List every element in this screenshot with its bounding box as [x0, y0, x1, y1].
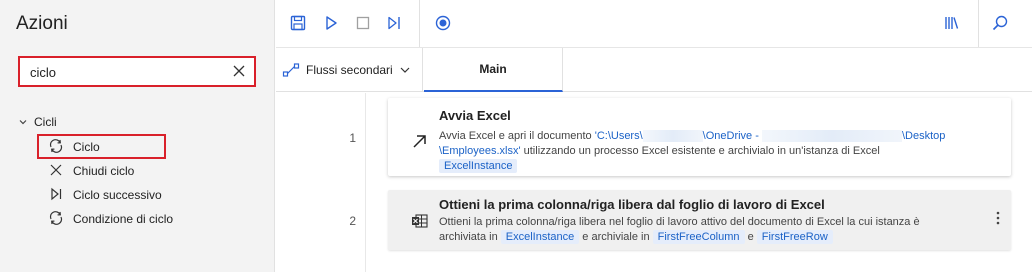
- action-item-label: Ciclo successivo: [73, 188, 162, 202]
- launch-arrow-icon: [410, 131, 430, 151]
- stop-button[interactable]: [353, 13, 373, 33]
- variable-tag[interactable]: FirstFreeColumn: [652, 230, 745, 244]
- more-options-icon[interactable]: [995, 210, 1001, 226]
- tree-group-cicli[interactable]: Cicli: [18, 115, 57, 129]
- loop-icon: [48, 138, 64, 157]
- actions-panel: Azioni Cicli Ciclo Chiudi ciclo: [0, 0, 275, 272]
- action-card-ottieni-colonna-riga[interactable]: Ottieni la prima colonna/riga libera dal…: [388, 190, 1011, 250]
- library-button[interactable]: [942, 13, 962, 33]
- app-window: Azioni Cicli Ciclo Chiudi ciclo: [0, 0, 1032, 272]
- next-icon: [48, 186, 64, 205]
- search-input[interactable]: [30, 63, 220, 81]
- subflows-dropdown[interactable]: Flussi secondari: [282, 61, 411, 79]
- tab-main[interactable]: Main: [424, 48, 563, 92]
- run-icon: [326, 16, 337, 30]
- actions-panel-title: Azioni: [16, 13, 68, 34]
- line-number: 1: [349, 131, 356, 145]
- search-button[interactable]: [990, 13, 1010, 33]
- action-title: Ottieni la prima colonna/riga libera dal…: [439, 197, 825, 212]
- action-item-condizione-di-ciclo[interactable]: Condizione di ciclo: [48, 208, 173, 230]
- record-button[interactable]: [433, 13, 453, 33]
- action-item-label: Condizione di ciclo: [73, 212, 174, 226]
- step-icon: [388, 16, 400, 30]
- action-card-avvia-excel[interactable]: Avvia Excel Avvia Excel e apri il docume…: [388, 98, 1011, 176]
- variable-tag[interactable]: ExcelInstance: [500, 230, 580, 244]
- run-button[interactable]: [321, 13, 341, 33]
- loop-condition-icon: [48, 210, 64, 229]
- subflow-icon: [282, 63, 300, 77]
- action-item-label: Chiudi ciclo: [73, 164, 135, 178]
- close-icon: [48, 162, 64, 181]
- chevron-down-icon: [19, 120, 27, 125]
- toolbar: [276, 0, 1032, 47]
- action-description: Avvia Excel e apri il documento 'C:\User…: [439, 130, 946, 173]
- action-item-ciclo-successivo[interactable]: Ciclo successivo: [48, 184, 162, 206]
- variable-tag[interactable]: FirstFreeRow: [756, 230, 833, 244]
- chevron-down-icon: [400, 67, 410, 73]
- subflows-label: Flussi secondari: [306, 63, 393, 77]
- variable-tag[interactable]: ExcelInstance: [439, 159, 518, 173]
- action-item-chiudi-ciclo[interactable]: Chiudi ciclo: [48, 160, 134, 182]
- search-icon: [992, 15, 1008, 31]
- step-button[interactable]: [384, 13, 404, 33]
- flow-editor: 1 Avvia Excel Avvia Excel e apri il docu…: [276, 93, 1032, 272]
- redacted-text: [642, 130, 703, 143]
- tree-group-label: Cicli: [34, 115, 57, 129]
- clear-search-icon[interactable]: [230, 62, 248, 80]
- tabs-bar: Flussi secondari Main: [276, 47, 1032, 92]
- action-item-ciclo[interactable]: Ciclo: [48, 136, 100, 158]
- line-number: 2: [349, 214, 356, 228]
- redacted-text: [761, 130, 902, 143]
- save-icon: [290, 15, 306, 31]
- action-item-label: Ciclo: [73, 140, 100, 154]
- library-icon: [945, 17, 959, 29]
- action-title: Avvia Excel: [439, 108, 511, 123]
- record-icon: [435, 15, 451, 31]
- excel-icon: [410, 211, 430, 231]
- save-button[interactable]: [288, 13, 308, 33]
- action-description: Ottieni la prima colonna/riga libera nel…: [439, 216, 920, 244]
- search-box[interactable]: [18, 56, 256, 87]
- stop-icon: [356, 16, 370, 30]
